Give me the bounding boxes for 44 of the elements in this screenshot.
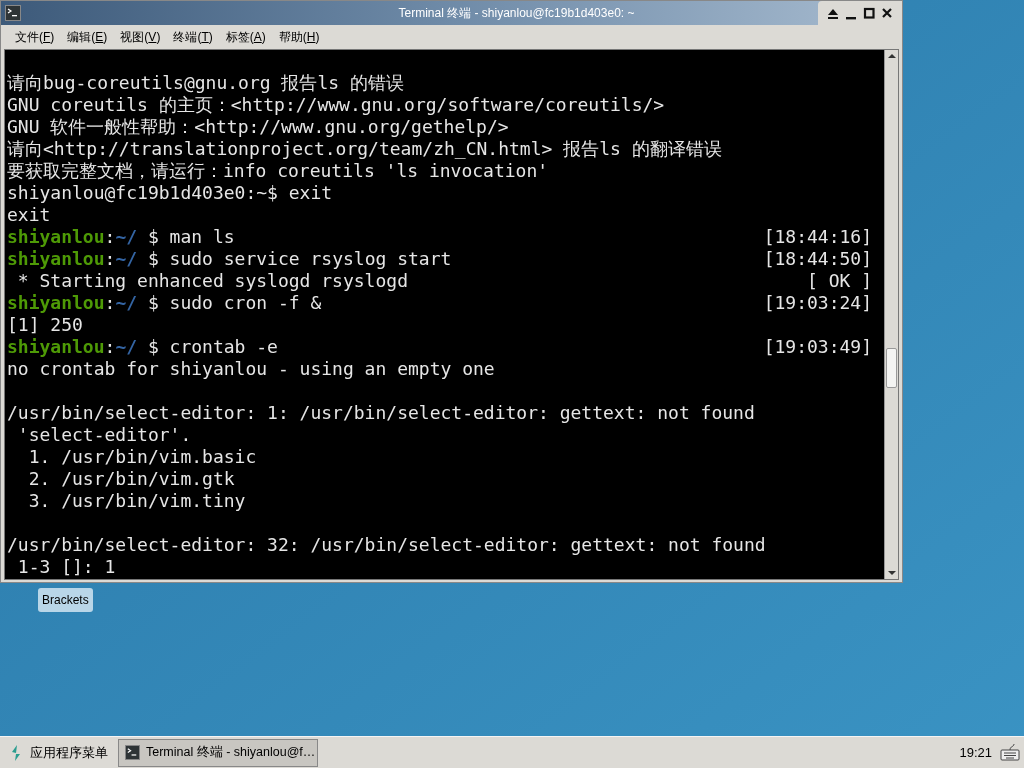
desktop-icon-label[interactable]: Brackets [38,588,93,612]
terminal-icon[interactable] [5,5,21,21]
clock: 19:21 [959,743,992,762]
timestamp: [18:44:16] [763,226,872,248]
terminal-line: shiyanlou:~/ $ man ls [7,226,235,248]
menu-item[interactable]: 帮助(H) [272,28,326,46]
terminal-line: shiyanlou@fc19b1d403e0:~$ exit [7,182,333,204]
terminal-line: shiyanlou:~/ $ sudo cron -f & [7,292,322,314]
timestamp: [18:44:50] [763,248,872,270]
terminal-line: 'select-editor'. [16,424,192,446]
terminal-line: GNU 软件一般性帮助：<http://www.gnu.org/gethelp/> [7,116,509,138]
terminal-line: no crontab for shiyanlou - using an empty one [7,358,495,380]
menu-item[interactable]: 标签(A) [219,28,272,46]
terminal-line: shiyanlou:~/ $ sudo service rsyslog start [7,248,452,270]
terminal-line: * Starting enhanced syslogd rsyslogd [16,270,408,292]
terminal-line: /usr/bin/select-editor: 32: /usr/bin/select-editor: gettext: not found [7,534,766,556]
terminal-line: 要获取完整文档，请运行：info coreutils 'ls invocation' [7,160,549,182]
menu-item[interactable]: 视图(V) [114,28,167,46]
terminal-line: 2. /usr/bin/vim.gtk [27,468,235,490]
window-title: Terminal 终端 - shiyanlou@fc19b1d403e0: ~ [397,5,636,22]
terminal-line: 请向<http://translationproject.org/team/zh_CN.html> 报告ls 的翻译错误 [7,138,722,160]
terminal-line: shiyanlou:~/ $ crontab -e [7,336,278,358]
timestamp: [19:03:24] [763,292,872,314]
terminal-icon [125,745,140,760]
terminal-line: [1] 250 [7,314,83,336]
menu-item[interactable]: 编辑(E) [61,28,114,46]
terminal-line: 请向bug-coreutils@gnu.org 报告ls 的错误 [7,72,404,94]
timestamp: [ OK ] [806,270,872,292]
menu-item[interactable]: 文件(F) [9,28,61,46]
menu-item[interactable]: 终端(T) [167,28,219,46]
taskbar-task[interactable]: Terminal 终端 - shiyanlou@f… [118,738,318,767]
terminal-line: exit [7,204,51,226]
terminal-line: /usr/bin/select-editor: 1: /usr/bin/select-editor: gettext: not found [7,402,755,424]
terminal-line: 3. /usr/bin/vim.tiny [27,490,246,512]
terminal-line: 1-3 []: 1 [16,556,116,578]
close-icon[interactable] [880,6,894,20]
maximize-icon[interactable] [862,6,876,20]
terminal-line: 1. /usr/bin/vim.basic [27,446,257,468]
keyboard-icon[interactable] [1000,742,1020,763]
scrollbar-thumb[interactable] [886,348,897,388]
terminal-line: GNU coreutils 的主页：<http://www.gnu.org/software/coreutils/> [7,94,665,116]
scrollbar[interactable] [884,50,898,579]
timestamp: [19:03:49] [763,336,872,358]
app-menu-button[interactable]: 应用程序菜单 [0,737,118,768]
